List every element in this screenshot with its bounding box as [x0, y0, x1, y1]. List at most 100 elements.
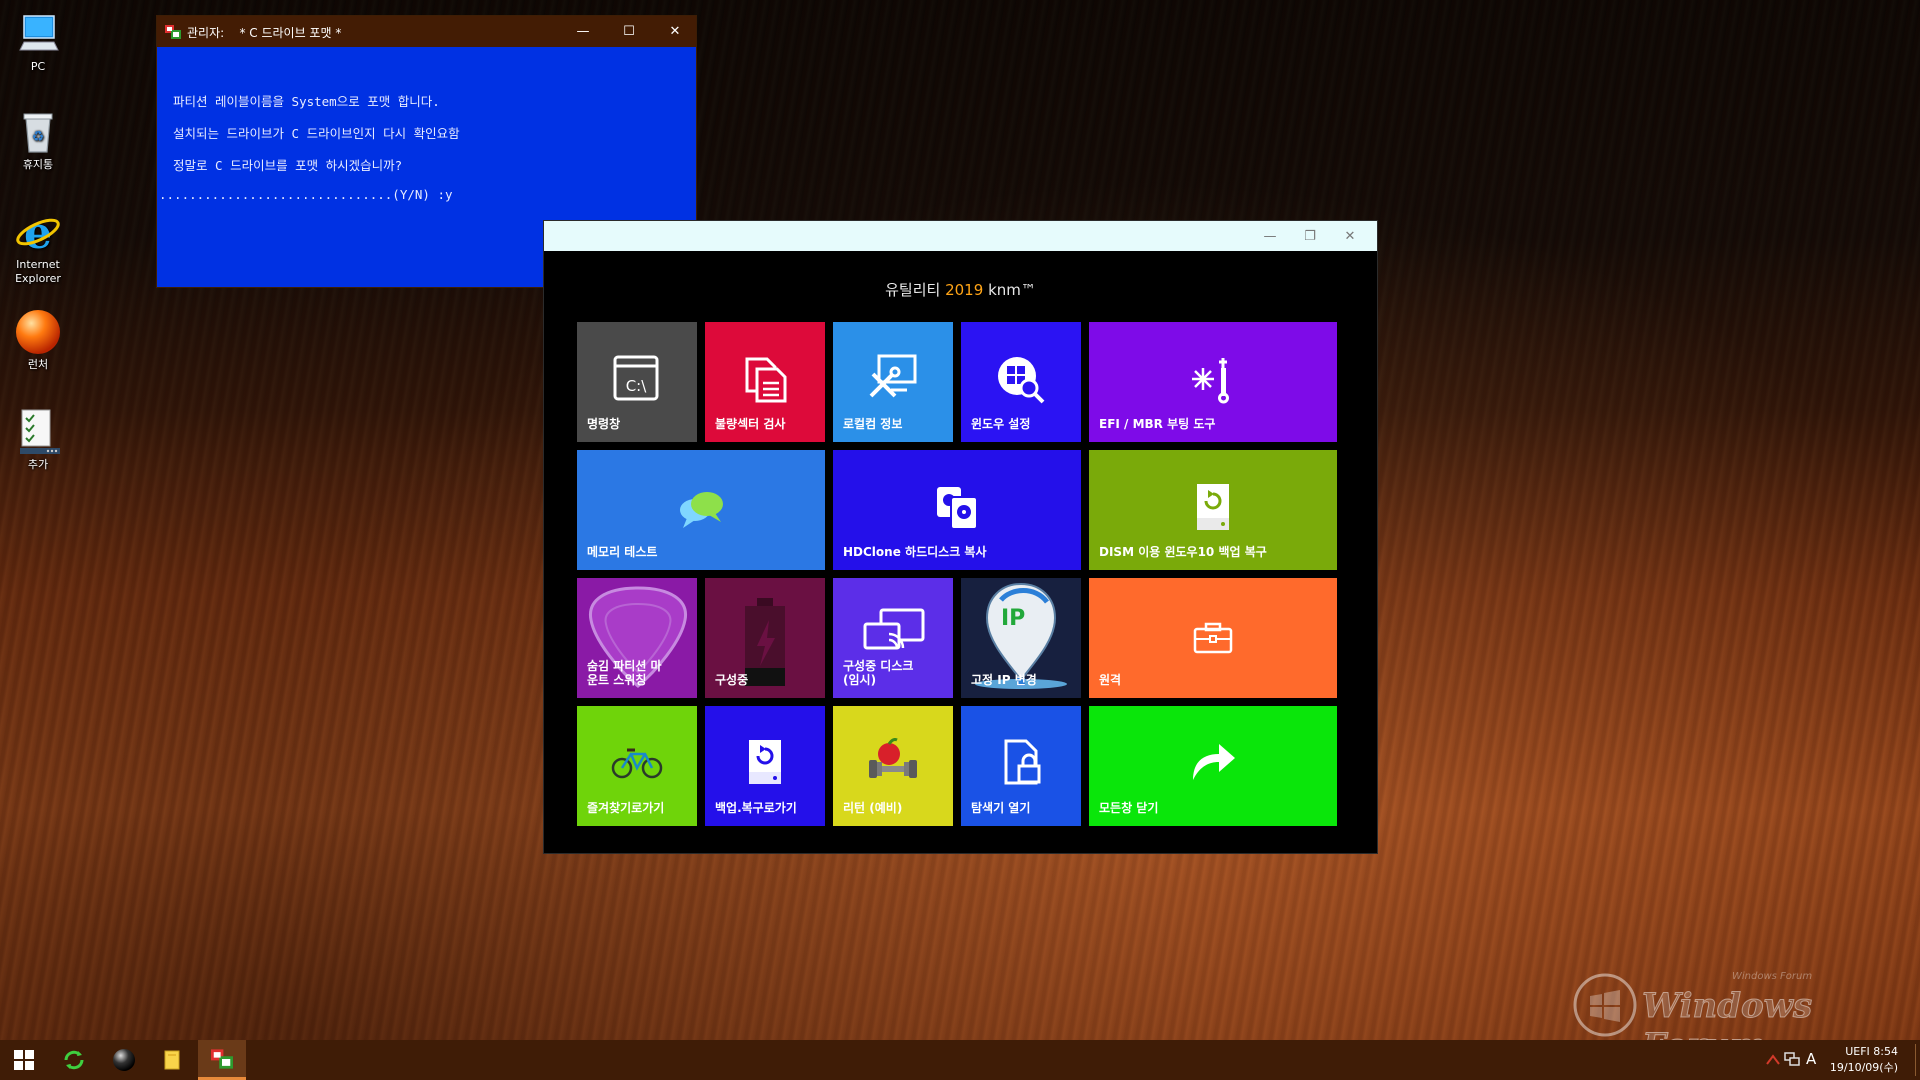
taskbar: A UEFI 8:54 19/10/09(수)	[0, 1040, 1920, 1080]
tile-command-prompt[interactable]: C:\ 명령창	[577, 322, 697, 442]
tile-remote[interactable]: 원격	[1089, 578, 1337, 698]
desktop-icon-add[interactable]: 추가	[6, 408, 70, 472]
svg-text:♻: ♻	[32, 129, 45, 145]
refresh-icon	[64, 1050, 84, 1070]
tile-temp-disk[interactable]: 구성중 디스크 (임시)	[833, 578, 953, 698]
folder-icon	[164, 1050, 180, 1070]
desktop-icon-recycle-bin[interactable]: ♻ 휴지통	[6, 108, 70, 172]
close-button[interactable]: ✕	[652, 16, 698, 47]
tile-windows-settings[interactable]: 윈도우 설정	[961, 322, 1081, 442]
console-title: 관리자: * C 드라이브 포맷 *	[187, 26, 342, 40]
tile-label: EFI / MBR 부팅 도구	[1099, 417, 1216, 431]
tile-label: 불량섹터 검사	[715, 417, 786, 431]
desktop-icon-internet-explorer[interactable]: e Internet Explorer	[6, 208, 70, 286]
computer-icon	[14, 10, 62, 58]
file-lock-icon	[1004, 739, 1041, 785]
tile-label: 리턴 (예비)	[843, 801, 903, 815]
tile-label: 구성중	[715, 673, 749, 687]
tile-label: 숨김 파티션 마 운트 스위칭	[587, 659, 662, 687]
minimize-button[interactable]: —	[560, 16, 606, 47]
console-prompt-line: ...............................(Y/N) :y	[159, 187, 453, 202]
windows-search-icon	[998, 357, 1045, 404]
tile-label: 즐겨찾기로가기	[587, 801, 665, 815]
console-app-icon	[211, 1048, 233, 1069]
taskbar-app-sphere[interactable]	[100, 1040, 148, 1080]
tile-label: 메모리 테스트	[587, 545, 658, 559]
battery-icon	[745, 598, 785, 686]
network-icon[interactable]	[1784, 1052, 1800, 1066]
console-titlebar[interactable]: 관리자: * C 드라이브 포맷 * — ☐ ✕	[157, 16, 696, 47]
tile-label: 모든창 닫기	[1099, 801, 1159, 815]
tile-dism-backup-restore[interactable]: DISM 이용 윈도우10 백업 복구	[1089, 450, 1337, 570]
tile-static-ip[interactable]: IP 고정 IP 변경	[961, 578, 1081, 698]
tile-go-favorites[interactable]: 즐겨찾기로가기	[577, 706, 697, 826]
tile-label: DISM 이용 윈도우10 백업 복구	[1099, 545, 1267, 559]
apple-dumbbell-icon	[869, 738, 917, 778]
tile-close-all-windows[interactable]: 모든창 닫기	[1089, 706, 1337, 826]
windows-start-icon	[14, 1050, 34, 1070]
tile-label: 탐색기 열기	[971, 801, 1031, 815]
tile-label: HDClone 하드디스크 복사	[843, 545, 987, 559]
disk-clone-icon	[937, 487, 978, 530]
desktop-icon-pc[interactable]: PC	[6, 10, 70, 74]
recycle-bin-icon: ♻	[14, 108, 62, 156]
desktop-icon-label: 추가	[27, 458, 49, 471]
tile-label: 명령창	[587, 417, 621, 431]
desktop-icon-label: Internet Explorer	[15, 258, 61, 285]
drive-backup-icon	[749, 740, 781, 784]
show-desktop-divider[interactable]	[1915, 1044, 1916, 1076]
tile-label: 로컬컴 정보	[843, 417, 903, 431]
watermark-subtext: Windows Forum	[1732, 971, 1813, 982]
start-button[interactable]	[0, 1040, 48, 1080]
wrench-spark-icon	[1192, 358, 1229, 404]
svg-text:e: e	[24, 208, 52, 256]
internet-explorer-icon: e	[14, 208, 62, 259]
console-output[interactable]: 파티션 레이블이름을 System으로 포맷 합니다. 설치되는 드라이브가 C…	[157, 47, 696, 219]
clock[interactable]: UEFI 8:54 19/10/09(수)	[1830, 1044, 1898, 1076]
tile-label: 원격	[1099, 673, 1122, 687]
tile-in-progress[interactable]: 구성중	[705, 578, 825, 698]
share-arrow-icon	[1193, 744, 1235, 780]
sphere-icon	[113, 1049, 135, 1071]
input-language-indicator[interactable]: A	[1806, 1050, 1816, 1068]
tile-label: 구성중 디스크 (임시)	[843, 659, 914, 687]
watermark: Windows Forum Windows Forum	[1572, 968, 1892, 1067]
utility-window[interactable]: — ❐ ✕ 유틸리티 2019 knm™ C:\ 명령창 불량섹터 검사 로컬컴…	[543, 220, 1378, 854]
console-line: 정말로 C 드라이브를 포맷 하시겠습니까?	[173, 158, 403, 173]
windows-logo-icon	[1573, 973, 1637, 1037]
tile-open-explorer[interactable]: 탐색기 열기	[961, 706, 1081, 826]
close-button[interactable]: ✕	[1327, 221, 1373, 251]
tile-return-reserve[interactable]: 리턴 (예비)	[833, 706, 953, 826]
checklist-icon	[14, 408, 62, 456]
show-hidden-icons-icon[interactable]	[1766, 1054, 1780, 1066]
taskbar-app-explorer[interactable]	[148, 1040, 196, 1080]
tile-label: 백업.복구로가기	[715, 801, 797, 815]
desktop-icon-label: 휴지통	[22, 158, 54, 171]
taskbar-app-refresh[interactable]	[50, 1040, 98, 1080]
tile-go-backup-restore[interactable]: 백업.복구로가기	[705, 706, 825, 826]
tile-hdclone[interactable]: HDClone 하드디스크 복사	[833, 450, 1081, 570]
bicycle-icon	[611, 748, 663, 779]
ip-text: IP	[1001, 606, 1026, 631]
maximize-button[interactable]: ☐	[606, 16, 652, 47]
tile-local-info[interactable]: 로컬컴 정보	[833, 322, 953, 442]
tile-memory-test[interactable]: 메모리 테스트	[577, 450, 825, 570]
tile-hidden-partition-mount[interactable]: 숨김 파티션 마 운트 스위칭	[577, 578, 697, 698]
chat-bubbles-icon	[680, 492, 723, 528]
utility-heading: 유틸리티 2019 knm™	[885, 281, 1036, 299]
svg-text:C:\: C:\	[626, 377, 648, 395]
cmd-icon: C:\	[613, 355, 659, 401]
tile-bad-sector-check[interactable]: 불량섹터 검사	[705, 322, 825, 442]
drive-restore-icon	[1197, 484, 1229, 530]
tile-efi-mbr-boot-tool[interactable]: EFI / MBR 부팅 도구	[1089, 322, 1337, 442]
utility-titlebar[interactable]: — ❐ ✕	[544, 221, 1377, 251]
desktop-icon-label: PC	[30, 60, 46, 73]
tile-label: 고정 IP 변경	[971, 673, 1037, 687]
document-copy-icon	[745, 357, 787, 403]
desktop-icon-launcher[interactable]: 런처	[6, 308, 70, 372]
taskbar-app-console[interactable]	[198, 1040, 246, 1080]
briefcase-icon	[1193, 622, 1233, 654]
desktop-icon-label: 런처	[27, 358, 49, 371]
tile-label: 윈도우 설정	[971, 417, 1031, 431]
cast-screen-icon	[863, 608, 925, 650]
